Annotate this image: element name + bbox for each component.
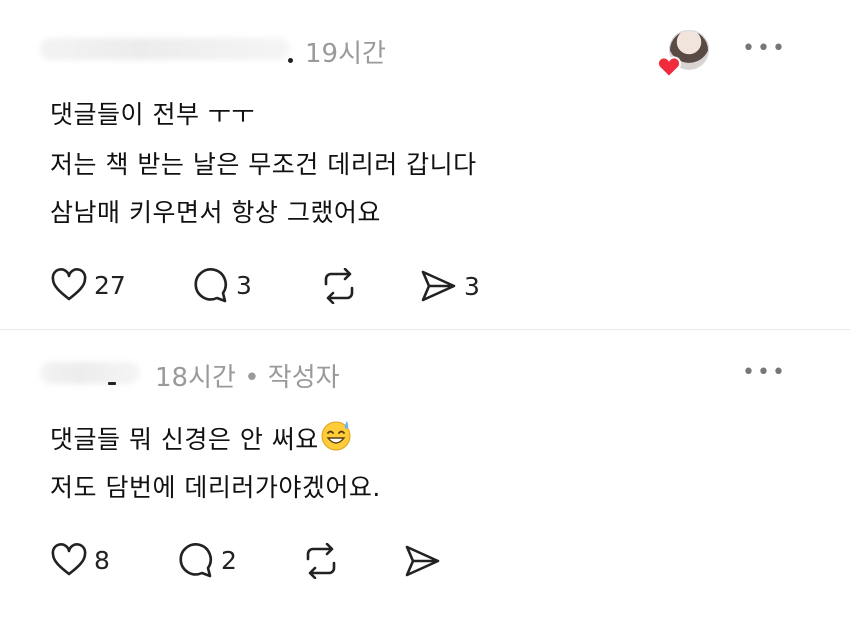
comment-1: 19시간 ••• 댓글들이 전부 ㅜㅜ 저는 책 받는 날은 무조건 데리러 갑… (0, 0, 850, 330)
reply-button[interactable]: 2 (175, 541, 237, 579)
more-options-button[interactable]: ••• (742, 360, 787, 385)
send-icon (421, 270, 456, 302)
comment-text-line: 댓글들이 전부 ㅜㅜ (50, 100, 255, 129)
share-button[interactable] (402, 543, 442, 579)
comment-icon (179, 543, 213, 578)
timestamp: 18시간 • 작성자 (155, 363, 340, 393)
username-redacted[interactable] (40, 362, 140, 384)
repost-icon (306, 543, 336, 579)
repost-icon (324, 268, 354, 304)
comment-text-line: 저도 담번에 데리러가야겠어요. (50, 473, 381, 502)
like-count: 8 (94, 545, 110, 575)
sweat-smile-emoji-icon (321, 421, 351, 451)
reply-count: 2 (221, 545, 237, 575)
share-button[interactable]: 3 (418, 268, 480, 304)
reply-button[interactable]: 3 (190, 266, 252, 304)
comment-text-line: 댓글들 뭐 신경은 안 써요 (50, 418, 353, 456)
comment-icon (194, 268, 228, 303)
comment-text-line: 저는 책 받는 날은 무조건 데리러 갑니다 (50, 150, 477, 179)
timestamp: 19시간 (305, 39, 386, 69)
heart-icon (51, 543, 87, 576)
username-redacted[interactable] (40, 38, 290, 60)
like-count: 27 (94, 270, 126, 300)
send-icon (405, 545, 440, 577)
share-count: 3 (464, 271, 480, 301)
repost-button[interactable] (300, 543, 342, 579)
like-button[interactable]: 27 (50, 268, 126, 302)
comment-text: 댓글들 뭐 신경은 안 써요 (50, 425, 319, 454)
comment-text-line: 삼남매 키우면서 항상 그랬어요 (50, 198, 381, 227)
repost-button[interactable] (318, 268, 360, 304)
more-options-button[interactable]: ••• (742, 36, 787, 61)
reply-count: 3 (236, 270, 252, 300)
like-button[interactable]: 8 (50, 543, 110, 577)
username-dot (108, 382, 116, 385)
liked-heart-icon (656, 56, 682, 79)
comment-2: 18시간 • 작성자 ••• 댓글들 뭐 신경은 안 써요 저도 담번에 데리러… (0, 330, 850, 626)
heart-icon (51, 268, 87, 301)
username-dot (288, 58, 293, 63)
